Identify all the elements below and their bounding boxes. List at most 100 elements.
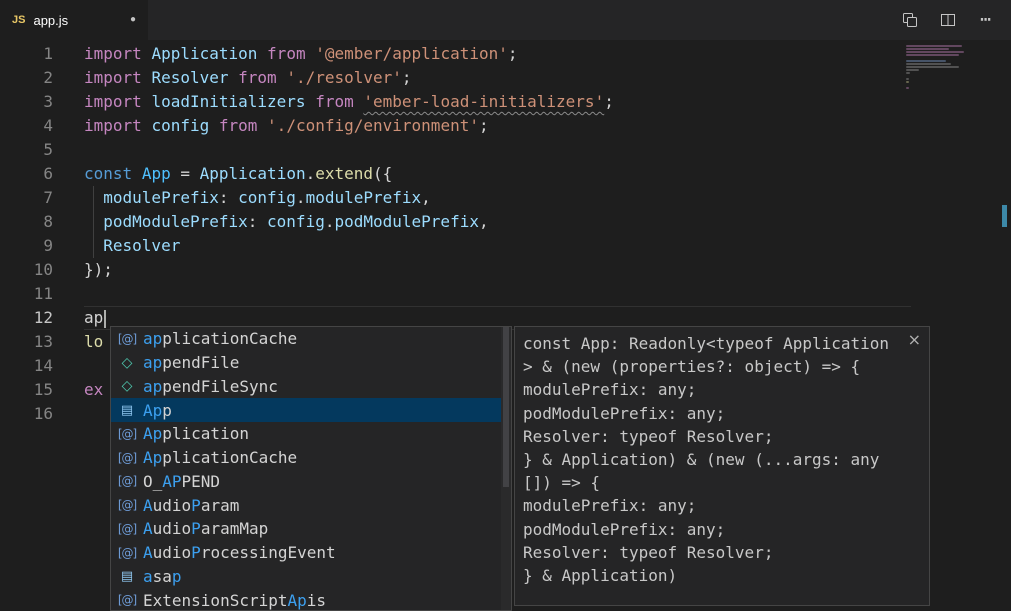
code-token: modulePrefix xyxy=(103,188,219,207)
suggest-item-label: Application xyxy=(143,424,249,443)
code-line[interactable]: Resolver xyxy=(84,234,614,258)
suggest-item[interactable]: [@]ExtensionScriptApis xyxy=(111,588,501,610)
code-token: Application xyxy=(151,44,257,63)
suggest-item[interactable]: [@]Application xyxy=(111,422,501,446)
property-icon: [@] xyxy=(115,451,139,465)
tab-appjs[interactable]: JS app.js ● xyxy=(0,0,148,40)
suggest-list: [@]applicationCache◇appendFile◇appendFil… xyxy=(111,327,501,610)
code-line[interactable] xyxy=(84,282,614,306)
code-token xyxy=(257,44,267,63)
code-line[interactable]: const App = Application.extend({ xyxy=(84,162,614,186)
suggest-scrollbar[interactable] xyxy=(501,327,511,610)
property-icon: [@] xyxy=(115,546,139,560)
code-line[interactable] xyxy=(84,138,614,162)
code-token xyxy=(306,44,316,63)
code-token: const xyxy=(84,164,132,183)
code-token: : xyxy=(219,188,238,207)
code-token: Application xyxy=(200,164,306,183)
suggest-item[interactable]: ▤App xyxy=(111,398,501,422)
code-line[interactable]: podModulePrefix: config.podModulePrefix, xyxy=(84,210,614,234)
code-token: = xyxy=(171,164,200,183)
doc-line: Resolver: typeof Resolver; xyxy=(523,541,907,564)
line-number: 16 xyxy=(0,402,53,426)
code-token xyxy=(142,92,152,111)
code-token: config xyxy=(151,116,209,135)
code-token: '@ember/application' xyxy=(315,44,508,63)
code-line[interactable]: }); xyxy=(84,258,614,282)
line-number: 10 xyxy=(0,258,53,282)
suggest-item-label: AudioParamMap xyxy=(143,519,268,538)
suggest-item-label: asap xyxy=(143,567,182,586)
close-docs-icon[interactable]: × xyxy=(908,330,921,349)
code-token: config xyxy=(238,188,296,207)
suggest-item-label: ExtensionScriptApis xyxy=(143,591,326,610)
modified-indicator-dot[interactable]: ● xyxy=(130,15,136,25)
suggest-item-label: AudioProcessingEvent xyxy=(143,543,336,562)
suggest-item[interactable]: ▤ asap xyxy=(111,565,501,589)
code-token: . xyxy=(296,188,306,207)
doc-line: podModulePrefix: any; xyxy=(523,518,907,541)
suggest-item[interactable]: [@]applicationCache xyxy=(111,327,501,351)
code-token xyxy=(84,212,103,231)
code-line[interactable]: import Application from '@ember/applicat… xyxy=(84,42,614,66)
doc-line: const App: Readonly<typeof Application xyxy=(523,332,907,355)
code-token: ap xyxy=(84,308,103,327)
line-number: 3 xyxy=(0,90,53,114)
property-icon: [@] xyxy=(115,498,139,512)
code-token: ; xyxy=(508,44,518,63)
method-icon: ◇ xyxy=(115,378,139,394)
code-token: from xyxy=(238,68,277,87)
doc-line: } & Application) xyxy=(523,564,907,587)
split-editor-icon[interactable] xyxy=(939,11,957,29)
code-token: extend xyxy=(315,164,373,183)
line-number: 12 xyxy=(0,306,53,330)
doc-line: modulePrefix: any; xyxy=(523,494,907,517)
code-line[interactable]: import config from './config/environment… xyxy=(84,114,614,138)
doc-line: modulePrefix: any; xyxy=(523,378,907,401)
minimap-line xyxy=(906,48,949,50)
suggest-item[interactable]: [@]ApplicationCache xyxy=(111,446,501,470)
code-token: }); xyxy=(84,260,113,279)
code-token xyxy=(257,116,267,135)
line-number: 6 xyxy=(0,162,53,186)
code-token: config xyxy=(267,212,325,231)
code-token: import xyxy=(84,68,142,87)
code-token: ; xyxy=(402,68,412,87)
gutter: 12345678910111213141516 xyxy=(0,42,53,426)
open-changes-icon[interactable] xyxy=(901,11,919,29)
tab-label: app.js xyxy=(33,13,68,28)
code-token: ; xyxy=(479,116,489,135)
suggest-item[interactable]: ◇appendFileSync xyxy=(111,375,501,399)
line-number: 7 xyxy=(0,186,53,210)
minimap-line xyxy=(906,72,910,74)
more-actions-icon[interactable]: ⋯ xyxy=(977,11,995,29)
property-icon: [@] xyxy=(115,522,139,536)
suggest-item[interactable]: [@] AudioParamMap xyxy=(111,517,501,541)
minimap-line xyxy=(906,63,951,65)
suggest-item-label: AudioParam xyxy=(143,496,239,515)
code-token: loadInitializers xyxy=(151,92,305,111)
line-number: 1 xyxy=(0,42,53,66)
code-line[interactable]: import loadInitializers from 'ember-load… xyxy=(84,90,614,114)
line-number: 14 xyxy=(0,354,53,378)
suggest-item[interactable]: [@]O_APPEND xyxy=(111,470,501,494)
code-line[interactable]: import Resolver from './resolver'; xyxy=(84,66,614,90)
code-token xyxy=(354,92,364,111)
minimap[interactable] xyxy=(906,45,968,93)
suggest-item[interactable]: ◇appendFile xyxy=(111,351,501,375)
variable-icon: ▤ xyxy=(115,403,139,418)
suggest-item[interactable]: [@] AudioParam xyxy=(111,493,501,517)
code-token: Resolver xyxy=(103,236,180,255)
suggest-item[interactable]: [@] AudioProcessingEvent xyxy=(111,541,501,565)
minimap-line xyxy=(906,78,909,80)
minimap-line xyxy=(906,60,946,62)
doc-line: > & (new (properties?: object) => { xyxy=(523,355,907,378)
code-line[interactable]: modulePrefix: config.modulePrefix, xyxy=(84,186,614,210)
code-token: from xyxy=(267,44,306,63)
code-token: : xyxy=(248,212,267,231)
code-token: lo xyxy=(84,332,103,351)
minimap-line xyxy=(906,87,909,89)
code-token: ex xyxy=(84,380,103,399)
variable-icon: ▤ xyxy=(115,569,139,584)
suggest-scrollbar-thumb[interactable] xyxy=(503,327,509,487)
